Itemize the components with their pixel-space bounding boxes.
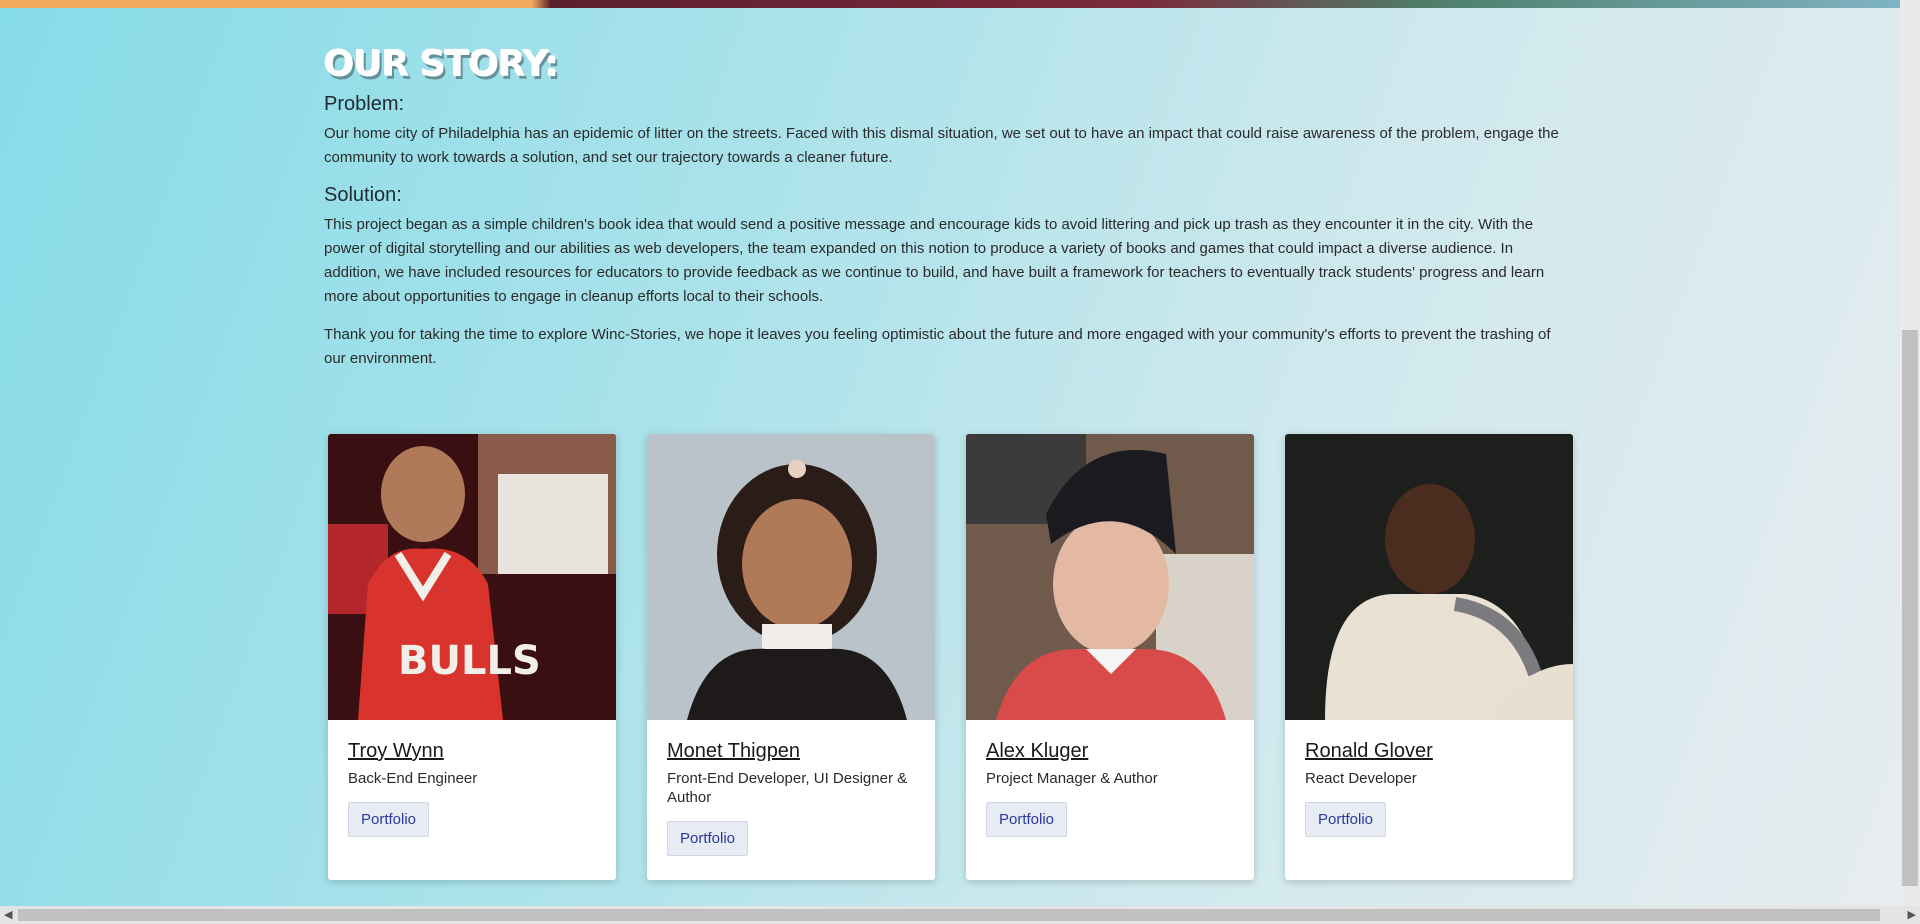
team-card: Alex Kluger Project Manager & Author Por… <box>966 434 1254 880</box>
our-story-section: OUR STORY: Problem: Our home city of Phi… <box>324 44 1569 385</box>
team-member-photo <box>966 434 1254 720</box>
portfolio-button[interactable]: Portfolio <box>348 802 430 837</box>
team-member-role: React Developer <box>1305 770 1417 787</box>
header-banner-image <box>0 0 1900 8</box>
portfolio-button[interactable]: Portfolio <box>986 802 1068 837</box>
team-member-photo <box>1285 434 1573 720</box>
horizontal-scrollbar-thumb[interactable] <box>18 909 1880 921</box>
team-card: BULLS Troy Wynn Back-End Engineer Portfo… <box>328 434 616 880</box>
vertical-scrollbar-thumb[interactable] <box>1902 330 1918 886</box>
vertical-scrollbar[interactable] <box>1900 0 1920 906</box>
horizontal-scrollbar[interactable]: ◀ ▶ <box>0 906 1920 924</box>
team-cards: BULLS Troy Wynn Back-End Engineer Portfo… <box>328 434 1573 880</box>
portfolio-button[interactable]: Portfolio <box>667 821 749 856</box>
thanks-text: Thank you for taking the time to explore… <box>324 326 1551 367</box>
team-member-role: Front-End Developer, UI Designer & Autho… <box>667 770 908 806</box>
team-member-role: Back-End Engineer <box>348 770 478 787</box>
scroll-left-icon[interactable]: ◀ <box>4 908 12 921</box>
scroll-right-icon[interactable]: ▶ <box>1908 908 1916 921</box>
team-member-name[interactable]: Alex Kluger <box>986 740 1088 763</box>
team-member-photo: BULLS <box>328 434 616 720</box>
problem-heading: Problem: <box>324 93 405 115</box>
svg-text:BULLS: BULLS <box>398 638 541 684</box>
team-card: Monet Thigpen Front-End Developer, UI De… <box>647 434 935 880</box>
solution-text: This project began as a simple children'… <box>324 216 1545 305</box>
team-member-name[interactable]: Ronald Glover <box>1305 740 1433 763</box>
team-member-name[interactable]: Monet Thigpen <box>667 740 800 763</box>
portfolio-button[interactable]: Portfolio <box>1305 802 1387 837</box>
team-card: Ronald Glover React Developer Portfolio <box>1285 434 1573 880</box>
problem-text: Our home city of Philadelphia has an epi… <box>324 125 1559 166</box>
solution-heading: Solution: <box>324 184 402 206</box>
page-title: OUR STORY: <box>324 44 559 85</box>
team-member-photo <box>647 434 935 720</box>
team-member-name[interactable]: Troy Wynn <box>348 740 444 763</box>
team-member-role: Project Manager & Author <box>986 770 1158 787</box>
